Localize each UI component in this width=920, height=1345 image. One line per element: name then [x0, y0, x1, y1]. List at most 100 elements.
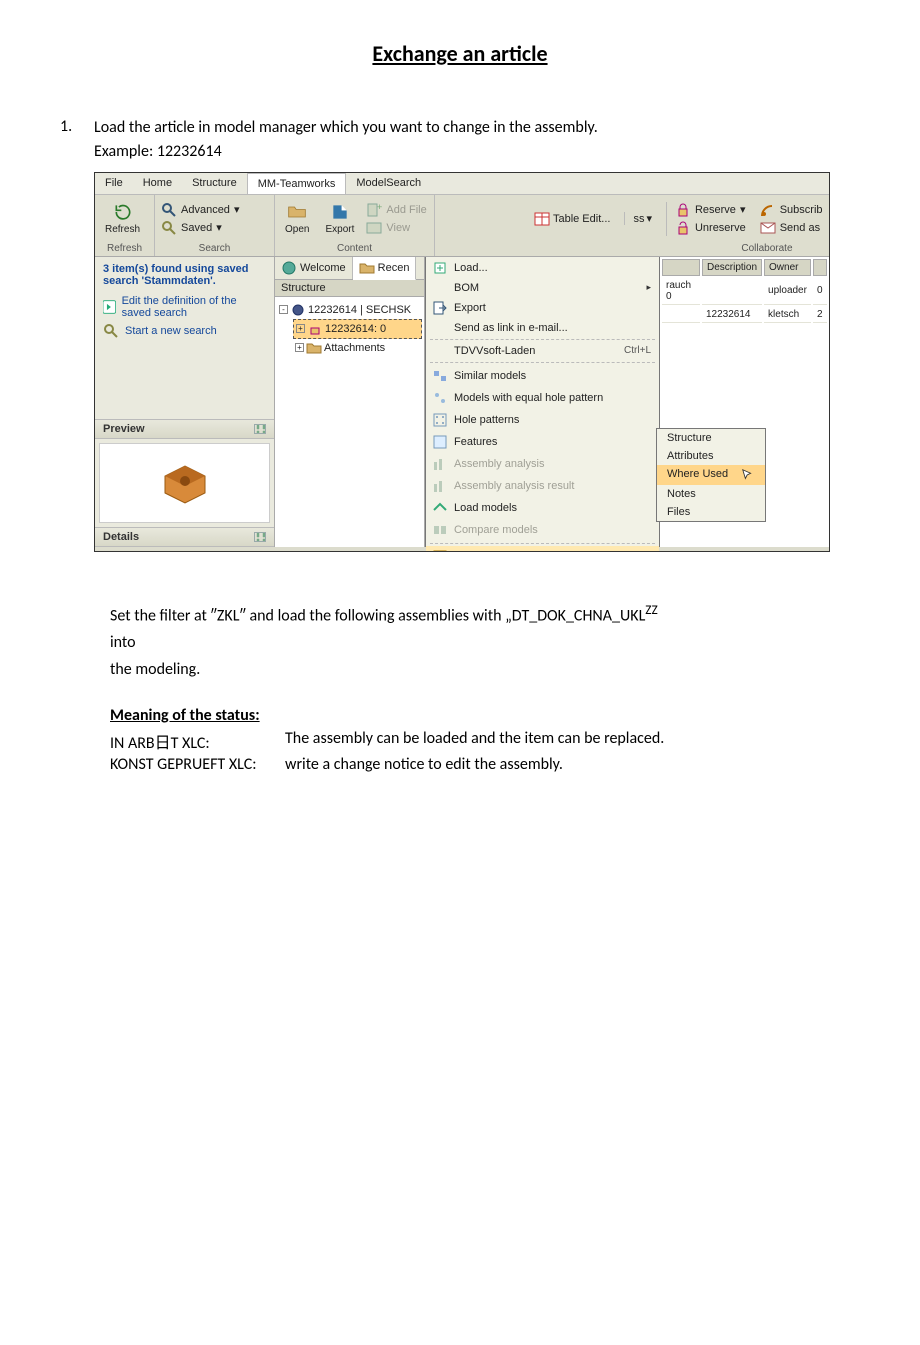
submenu-structure[interactable]: Structure	[657, 429, 765, 447]
left-pane: 3 item(s) found using saved search 'Stam…	[95, 257, 275, 547]
properties-icon	[432, 549, 448, 552]
add-file-icon: +	[366, 202, 382, 218]
folder-icon	[306, 340, 322, 356]
tree-child-selected[interactable]: + 12232614: 0	[293, 319, 422, 339]
refresh-button[interactable]: Refresh	[101, 200, 144, 237]
col-owner[interactable]: Owner	[764, 259, 811, 276]
step-text-line1: Load the article in model manager which …	[94, 117, 830, 139]
export-label: Export	[325, 224, 354, 235]
add-file-button[interactable]: + Add File	[366, 202, 426, 218]
collapse-icon	[254, 424, 266, 434]
ctx-load[interactable]: Load...	[426, 257, 659, 279]
mail-icon	[760, 220, 776, 236]
ctx-separator	[430, 362, 655, 363]
ctx-compare: Compare models	[426, 519, 659, 541]
ctx-tdv[interactable]: TDVVsoft-Laden Ctrl+L	[426, 342, 659, 360]
expand-toggle-icon[interactable]: +	[296, 324, 305, 333]
tree-attachments-node[interactable]: + Attachments	[293, 339, 422, 357]
sendas-button[interactable]: Send as	[760, 220, 823, 236]
submenu-where-used[interactable]: Where Used	[657, 465, 765, 485]
tree-root-label: 12232614 | SECHSK	[308, 304, 411, 316]
class-dropdown[interactable]: ss ▾	[624, 212, 652, 225]
tab-recent[interactable]: Recen	[353, 257, 417, 280]
subscribe-button[interactable]: Subscrib	[760, 202, 823, 218]
svg-text:+: +	[377, 202, 382, 212]
ctx-asm-result-label: Assembly analysis result	[454, 480, 574, 492]
lock-icon	[307, 321, 323, 337]
table-edit-label: Table Edit...	[553, 213, 610, 225]
ribbon-refresh-group-label: Refresh	[101, 241, 148, 254]
ctx-sendmail[interactable]: Send as link in e-mail...	[426, 319, 659, 337]
menu-home[interactable]: Home	[133, 173, 182, 194]
ctx-holepat-models-label: Models with equal hole pattern	[454, 392, 603, 404]
filter-text-c: the modeling.	[110, 658, 860, 681]
ctx-similar[interactable]: Similar models	[426, 365, 659, 387]
submenu-attributes[interactable]: Attributes	[657, 447, 765, 465]
tabstrip: Welcome Recen	[275, 257, 424, 280]
open-button[interactable]: Open	[281, 200, 313, 237]
loadmodels-icon	[432, 500, 448, 516]
edit-saved-search-link[interactable]: Edit the definition of the saved search	[95, 293, 274, 321]
expand-toggle-icon[interactable]: +	[295, 343, 304, 352]
table-edit-button[interactable]: Table Edit...	[534, 211, 610, 227]
submenu-where-label: Where Used	[667, 468, 728, 482]
dbprops-submenu: Structure Attributes Where Used Notes Fi…	[656, 428, 766, 522]
ctx-dbprops[interactable]: DB Properties ▸	[426, 546, 659, 552]
reserve-button[interactable]: Reserve ▾	[675, 202, 746, 218]
edit-saved-search-label: Edit the definition of the saved search	[122, 295, 266, 319]
unreserve-button[interactable]: Unreserve	[675, 220, 746, 236]
ctx-loadmodels[interactable]: Load models	[426, 497, 659, 519]
load-icon	[432, 260, 448, 276]
menu-file[interactable]: File	[95, 173, 133, 194]
tree-attachments-label: Attachments	[324, 342, 385, 354]
ctx-asm-result: Assembly analysis result	[426, 475, 659, 497]
view-button[interactable]: View	[366, 220, 426, 236]
saved-label: Saved	[181, 222, 212, 234]
details-panel-header[interactable]: Details	[95, 527, 274, 547]
table-row[interactable]: 12232614 kletsch 2	[662, 307, 827, 323]
ctx-bom[interactable]: BOM ▸	[426, 279, 659, 297]
search-saved-button[interactable]: Saved ▾	[161, 220, 222, 236]
advanced-label: Advanced	[181, 204, 230, 216]
ctx-export-label: Export	[454, 302, 486, 314]
cell-r1c3: 0	[813, 278, 827, 305]
tree-root-node[interactable]: - 12232614 | SECHSK	[277, 301, 422, 319]
ctx-sendmail-label: Send as link in e-mail...	[454, 322, 568, 334]
table-row[interactable]: rauch 0 uploader 0	[662, 278, 827, 305]
search-advanced-button[interactable]: Advanced ▾	[161, 202, 239, 218]
tree-child-label: 12232614: 0	[325, 323, 386, 335]
status-1-val: The assembly can be loaded and the item …	[285, 729, 860, 753]
new-search-link[interactable]: Start a new search	[95, 321, 274, 341]
ribbon-group-collaborate: Table Edit... ss ▾ Reserve ▾	[435, 195, 829, 256]
ctx-holepat[interactable]: Hole patterns	[426, 409, 659, 431]
col-blank	[662, 259, 700, 276]
ctx-holepat-models[interactable]: Models with equal hole pattern	[426, 387, 659, 409]
ribbon-group-content: Open Export + Add File	[275, 195, 435, 256]
collapse-icon	[254, 532, 266, 542]
status-2-key: KONST GEPRUEFT XLC:	[110, 755, 285, 774]
ctx-separator	[430, 339, 655, 340]
export-icon	[432, 300, 448, 316]
step-number: 1.	[60, 117, 82, 592]
ctx-dbprops-label: DB Properties	[454, 551, 522, 552]
export-button[interactable]: Export	[321, 200, 358, 237]
menu-structure[interactable]: Structure	[182, 173, 247, 194]
cell-r2c2: kletsch	[764, 307, 811, 323]
preview-panel-header[interactable]: Preview	[95, 419, 274, 439]
col-description[interactable]: Description	[702, 259, 762, 276]
expand-toggle-icon[interactable]: -	[279, 305, 288, 314]
menu-mm-teamworks[interactable]: MM-Teamworks	[247, 173, 347, 194]
ctx-separator	[430, 543, 655, 544]
submenu-notes[interactable]: Notes	[657, 485, 765, 503]
refresh-label: Refresh	[105, 224, 140, 235]
unreserve-label: Unreserve	[695, 222, 746, 234]
ctx-export[interactable]: Export	[426, 297, 659, 319]
tab-welcome[interactable]: Welcome	[275, 257, 353, 279]
cursor-icon	[741, 468, 755, 482]
tree-column-header: Structure	[275, 280, 424, 297]
part-thumbnail-icon	[155, 458, 215, 508]
menu-modelsearch[interactable]: ModelSearch	[346, 173, 431, 194]
filter-sup: ZZ	[645, 601, 657, 618]
submenu-files[interactable]: Files	[657, 503, 765, 521]
ctx-features[interactable]: Features	[426, 431, 659, 453]
